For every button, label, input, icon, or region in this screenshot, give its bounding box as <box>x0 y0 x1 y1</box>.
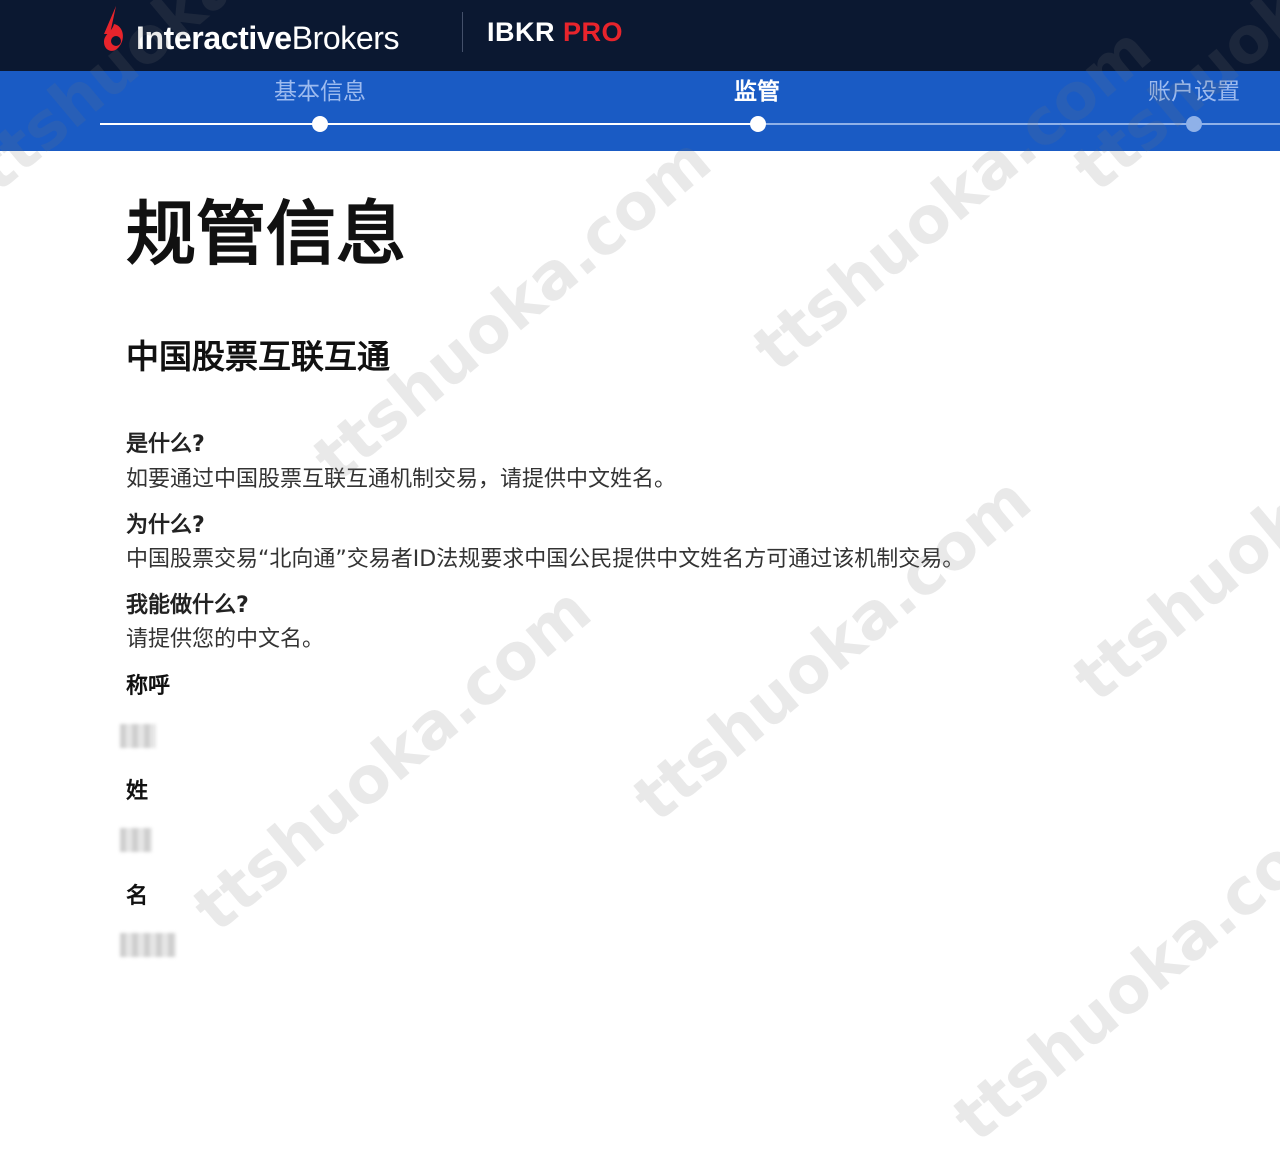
product-prefix: IBKR <box>487 17 555 47</box>
step-dot-account-settings[interactable] <box>1186 116 1202 132</box>
field-label-title: 称呼 <box>126 674 171 699</box>
question-what-can-i-do: 我能做什么? <box>126 593 249 618</box>
field-value-title-redacted[interactable] <box>120 722 157 750</box>
brand-name: InteractiveBrokers <box>136 18 400 58</box>
product-name: IBKR PRO <box>487 16 623 48</box>
header-divider <box>462 12 463 52</box>
question-what: 是什么? <box>126 432 205 457</box>
step-progress-bar: 基本信息 监管 账户设置 <box>0 71 1280 151</box>
brand-name-regular: Brokers <box>291 20 400 56</box>
step-progress-line-completed <box>100 123 758 125</box>
field-value-first-name-redacted[interactable] <box>120 931 177 959</box>
top-header: InteractiveBrokers IBKR PRO <box>0 0 1280 71</box>
step-dot-basic-info[interactable] <box>312 116 328 132</box>
interactive-brokers-logo-icon <box>104 6 123 51</box>
question-why: 为什么? <box>126 513 205 538</box>
product-suffix: PRO <box>563 17 624 47</box>
answer-what-can-i-do: 请提供您的中文名。 <box>126 627 325 652</box>
field-value-last-name-redacted[interactable] <box>120 826 153 854</box>
page-title: 规管信息 <box>126 193 406 275</box>
step-regulatory[interactable]: 监管 <box>667 77 847 107</box>
answer-why: 中国股票交易“北向通”交易者ID法规要求中国公民提供中文姓名方可通过该机制交易。 <box>126 547 965 572</box>
field-label-last-name: 姓 <box>126 779 149 804</box>
field-label-first-name: 名 <box>126 884 149 909</box>
brand-name-bold: Interactive <box>136 20 292 56</box>
watermark: ttshuoka.com <box>620 463 1046 837</box>
step-basic-info[interactable]: 基本信息 <box>230 77 410 107</box>
watermark: ttshuoka.com <box>300 123 726 497</box>
answer-what: 如要通过中国股票互联互通机制交易，请提供中文姓名。 <box>126 467 677 492</box>
watermark: ttshuoka.com <box>940 783 1280 1157</box>
step-account-settings[interactable]: 账户设置 <box>1104 77 1280 107</box>
watermark: ttshuoka.com <box>1060 343 1280 717</box>
section-title: 中国股票互联互通 <box>126 337 390 376</box>
step-dot-regulatory[interactable] <box>750 116 766 132</box>
